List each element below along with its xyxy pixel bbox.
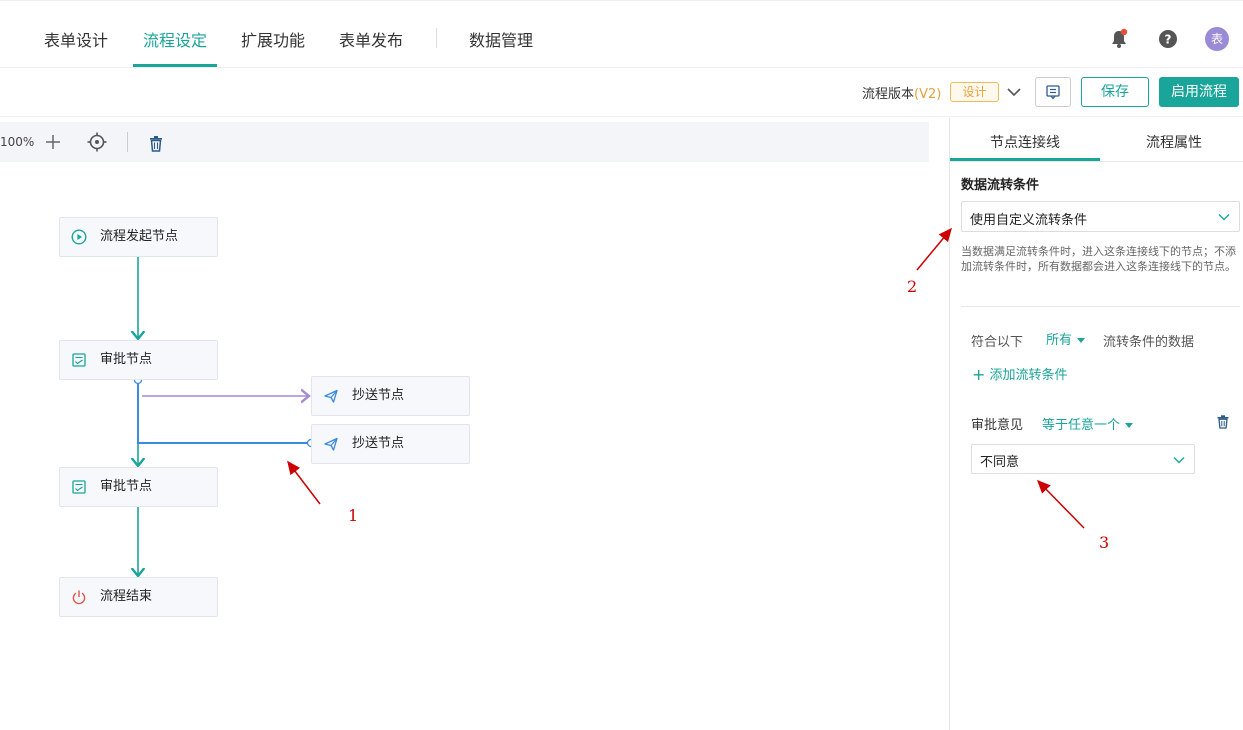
annotation-label-1: 1 <box>348 506 359 525</box>
node-flow-start[interactable]: 流程发起节点 <box>59 217 218 257</box>
annotation-label-2: 2 <box>907 277 918 296</box>
side-tabs-divider <box>950 161 1243 162</box>
node-label: 抄送节点 <box>352 436 405 451</box>
node-approve-2[interactable]: 审批节点 <box>59 467 218 507</box>
match-suffix: 流转条件的数据 <box>1103 335 1195 350</box>
plus-icon: + <box>972 365 986 384</box>
send-icon <box>324 437 338 451</box>
section-divider <box>961 306 1240 307</box>
help-text: 当数据满足流转条件时，进入这条连接线下的节点；不添加流转条件时，所有数据都会进入… <box>961 245 1236 273</box>
tab-node-connector[interactable]: 节点连接线 <box>990 132 1060 152</box>
caret-down-icon <box>1077 338 1086 343</box>
tab-flow-properties[interactable]: 流程属性 <box>1146 132 1202 152</box>
node-label: 审批节点 <box>100 352 153 367</box>
condition-value: 不同意 <box>980 455 1020 470</box>
chevron-down-icon <box>1173 457 1185 464</box>
comment-icon <box>1046 85 1060 100</box>
enable-flow-button[interactable]: 启用流程 <box>1159 77 1239 107</box>
version-value: (V2) <box>914 87 942 102</box>
add-condition-button[interactable]: + 添加流转条件 <box>972 364 1068 384</box>
canvas-toolbar: 100% <box>0 122 929 162</box>
caret-down-icon <box>1125 423 1134 428</box>
design-status-badge: 设计 <box>950 82 999 102</box>
chevron-down-icon <box>1218 214 1230 221</box>
zoom-level: 100% <box>0 135 35 149</box>
version-prefix: 流程版本 <box>862 87 915 102</box>
connector-approve-to-cc-2-selected[interactable] <box>137 380 309 444</box>
zoom-in-icon[interactable] <box>43 132 63 152</box>
condition-operator-dropdown[interactable]: 等于任意一个 <box>1042 414 1134 433</box>
node-flow-end[interactable]: 流程结束 <box>59 577 218 617</box>
send-icon <box>324 389 338 403</box>
delete-icon[interactable] <box>146 134 166 154</box>
avatar[interactable]: 表 <box>1205 27 1229 51</box>
top-navigation: 表单设计 流程设定 扩展功能 表单发布 数据管理 ? 表 <box>0 0 1243 68</box>
tab-flow-settings[interactable]: 流程设定 <box>143 27 207 51</box>
condition-field-label: 审批意见 <box>971 418 1024 433</box>
toolbar-divider <box>127 132 128 152</box>
condition-mode-select[interactable]: 使用自定义流转条件 <box>961 201 1240 232</box>
match-prefix: 符合以下 <box>971 335 1024 350</box>
tab-form-publish[interactable]: 表单发布 <box>339 27 403 51</box>
match-mode-value: 所有 <box>1046 333 1073 348</box>
annotation-label-3: 3 <box>1099 533 1110 552</box>
node-cc-2[interactable]: 抄送节点 <box>311 424 470 464</box>
match-mode-dropdown[interactable]: 所有 <box>1046 329 1086 348</box>
help-icon[interactable]: ? <box>1157 28 1179 50</box>
action-toolbar: 流程版本(V2) 设计 保存 启用流程 <box>0 69 1243 117</box>
node-label: 抄送节点 <box>352 388 405 403</box>
save-button[interactable]: 保存 <box>1081 77 1149 107</box>
comment-button[interactable] <box>1035 77 1071 107</box>
tab-extensions[interactable]: 扩展功能 <box>241 27 305 51</box>
condition-mode-value: 使用自定义流转条件 <box>970 213 1088 228</box>
power-icon <box>72 590 86 605</box>
svg-text:?: ? <box>1165 33 1172 47</box>
version-label: 流程版本(V2) <box>862 83 941 102</box>
node-label: 审批节点 <box>100 479 153 494</box>
locate-center-icon[interactable] <box>87 132 107 152</box>
delete-condition-icon[interactable] <box>1215 414 1231 430</box>
tab-form-design[interactable]: 表单设计 <box>44 27 108 51</box>
bell-icon[interactable] <box>1108 28 1130 50</box>
condition-value-select[interactable]: 不同意 <box>971 444 1195 474</box>
tab-data-management[interactable]: 数据管理 <box>469 27 533 51</box>
section-title: 数据流转条件 <box>961 178 1040 193</box>
nav-divider <box>436 28 437 48</box>
node-label: 流程发起节点 <box>100 229 179 244</box>
approval-form-icon <box>72 353 86 367</box>
active-tab-indicator <box>133 64 217 67</box>
condition-operator-value: 等于任意一个 <box>1042 418 1121 433</box>
add-condition-label: 添加流转条件 <box>989 368 1068 383</box>
node-approve-1[interactable]: 审批节点 <box>59 340 218 380</box>
play-circle-icon <box>71 229 87 245</box>
version-dropdown-chevron-icon[interactable] <box>1006 84 1022 100</box>
node-cc-1[interactable]: 抄送节点 <box>311 376 470 416</box>
approval-form-icon <box>72 480 86 494</box>
node-label: 流程结束 <box>100 589 153 604</box>
properties-panel: 节点连接线 流程属性 数据流转条件 使用自定义流转条件 当数据满足流转条件时，进… <box>949 118 1243 730</box>
